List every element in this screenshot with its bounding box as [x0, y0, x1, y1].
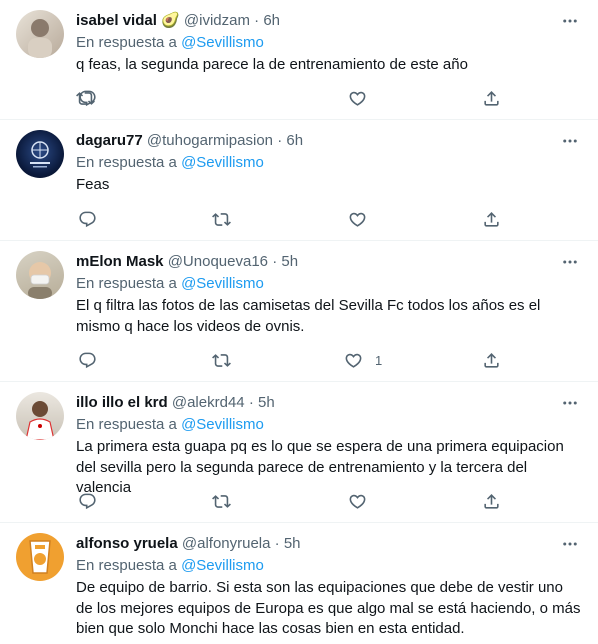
separator-dot: · [272, 253, 278, 270]
retweet-icon [212, 212, 231, 226]
user-name[interactable]: dagaru77 [76, 132, 143, 149]
heart-icon [349, 91, 366, 106]
like-button[interactable] [348, 88, 379, 108]
share-button[interactable] [482, 350, 501, 370]
heart-icon [345, 353, 362, 368]
mention-link[interactable]: @Sevillismo [181, 416, 264, 433]
tweet[interactable]: illo illo el krd @alekrd44 · 5h En respu… [0, 382, 598, 523]
heart-icon [349, 494, 366, 509]
tweet-text: La primera esta guapa pq es lo que se es… [76, 438, 564, 496]
share-button[interactable] [482, 88, 501, 108]
timestamp[interactable]: 5h [284, 535, 301, 552]
reply-context: En respuesta a @Sevillismo [76, 153, 264, 173]
reply-icon [79, 211, 96, 227]
mention-link[interactable]: @Sevillismo [181, 34, 264, 51]
reply-context: En respuesta a @Sevillismo [76, 33, 264, 53]
user-handle[interactable]: @Unoqueva16 [168, 253, 268, 270]
timestamp[interactable]: 5h [281, 253, 298, 270]
separator-dot: · [248, 394, 254, 411]
timestamp[interactable]: 6h [263, 12, 280, 29]
tweet-actions [76, 491, 506, 511]
tweet-header: mElon Mask @Unoqueva16 · 5h [76, 252, 298, 272]
retweet-button[interactable] [212, 350, 231, 370]
more-dots-icon[interactable] [558, 532, 582, 556]
tweet-text: El q filtra las fotos de las camisetas d… [76, 297, 541, 335]
tweet[interactable]: mElon Mask @Unoqueva16 · 5h En respuesta… [0, 241, 598, 382]
tweet-header: isabel vidal 🥑 @ividzam · 6h [76, 11, 280, 31]
tweet-actions: 1 [76, 350, 506, 370]
reply-prefix: En respuesta a [76, 275, 177, 292]
retweet-icon [76, 91, 95, 105]
avatar[interactable] [16, 533, 64, 581]
share-button[interactable] [482, 491, 501, 511]
more-dots-icon[interactable] [558, 391, 582, 415]
retweet-button[interactable] [212, 209, 231, 229]
reply-button[interactable] [78, 209, 97, 229]
mention-link[interactable]: @Sevillismo [181, 275, 264, 292]
reply-icon [79, 352, 96, 368]
reply-button[interactable] [78, 350, 97, 370]
avatar[interactable] [16, 251, 64, 299]
tweet[interactable]: alfonso yruela @alfonyruela · 5h En resp… [0, 523, 598, 644]
timestamp[interactable]: 5h [258, 394, 275, 411]
tweet-actions [76, 88, 506, 108]
avatar[interactable] [16, 392, 64, 440]
separator-dot: · [274, 535, 280, 552]
reply-prefix: En respuesta a [76, 557, 177, 574]
avatar[interactable] [16, 10, 64, 58]
reply-context: En respuesta a @Sevillismo [76, 556, 264, 576]
reply-icon [79, 493, 96, 509]
heart-icon [349, 212, 366, 227]
user-name[interactable]: mElon Mask [76, 253, 164, 270]
reply-prefix: En respuesta a [76, 416, 177, 433]
user-handle[interactable]: @ividzam [184, 12, 250, 29]
timestamp[interactable]: 6h [286, 132, 303, 149]
retweet-icon [212, 494, 231, 508]
user-handle[interactable]: @alfonyruela [182, 535, 271, 552]
mention-link[interactable]: @Sevillismo [181, 154, 264, 171]
reply-context: En respuesta a @Sevillismo [76, 415, 264, 435]
user-name[interactable]: illo illo el krd [76, 394, 168, 411]
tweet-text: Feas [76, 176, 110, 193]
like-button[interactable] [348, 491, 379, 511]
user-name[interactable]: isabel vidal 🥑 [76, 12, 180, 29]
tweet-actions [76, 209, 506, 229]
share-icon [484, 90, 499, 106]
more-dots-icon[interactable] [558, 250, 582, 274]
reply-prefix: En respuesta a [76, 154, 177, 171]
retweet-icon [212, 353, 231, 367]
user-handle[interactable]: @alekrd44 [172, 394, 245, 411]
reply-button[interactable] [78, 491, 97, 511]
share-icon [484, 352, 499, 368]
reply-context: En respuesta a @Sevillismo [76, 274, 264, 294]
separator-dot: · [254, 12, 260, 29]
mention-link[interactable]: @Sevillismo [181, 557, 264, 574]
retweet-button[interactable] [76, 88, 95, 108]
reply-prefix: En respuesta a [76, 34, 177, 51]
tweet-text: De equipo de barrio. Si esta son las equ… [76, 579, 581, 637]
avatar[interactable] [16, 130, 64, 178]
tweet[interactable]: dagaru77 @tuhogarmipasion · 6h En respue… [0, 120, 598, 241]
share-icon [484, 493, 499, 509]
user-name[interactable]: alfonso yruela [76, 535, 178, 552]
share-icon [484, 211, 499, 227]
like-count: 1 [375, 352, 383, 368]
retweet-button[interactable] [212, 491, 231, 511]
like-button[interactable] [348, 209, 379, 229]
more-dots-icon[interactable] [558, 129, 582, 153]
tweet-header: alfonso yruela @alfonyruela · 5h [76, 534, 301, 554]
more-dots-icon[interactable] [558, 9, 582, 33]
tweet-header: illo illo el krd @alekrd44 · 5h [76, 393, 275, 413]
user-handle[interactable]: @tuhogarmipasion [147, 132, 273, 149]
like-button[interactable]: 1 [344, 350, 382, 370]
tweet[interactable]: isabel vidal 🥑 @ividzam · 6h En respuest… [0, 0, 598, 120]
share-button[interactable] [482, 209, 501, 229]
tweet-text: q feas, la segunda parece la de entrenam… [76, 56, 468, 73]
separator-dot: · [277, 132, 283, 149]
tweet-header: dagaru77 @tuhogarmipasion · 6h [76, 131, 303, 151]
